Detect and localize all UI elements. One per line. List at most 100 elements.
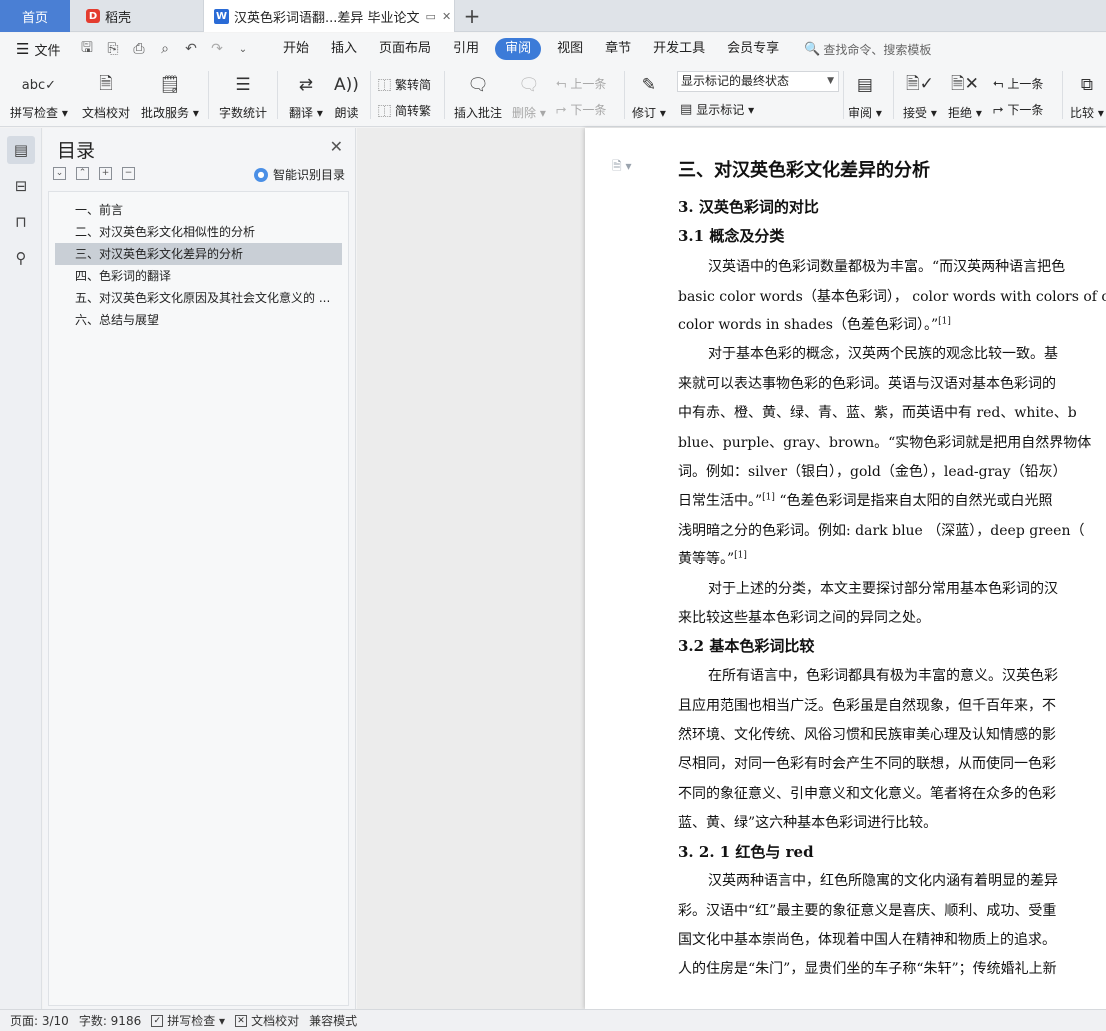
read-aloud-button[interactable]: A)) 朗读	[334, 71, 359, 121]
tab-document[interactable]: W 汉英色彩词语翻...差异 毕业论文 ▭ ✕	[203, 0, 455, 32]
delete-comment-button[interactable]: 🗨 删除 ▾	[512, 71, 546, 121]
correction-service-label: 批改服务	[141, 106, 190, 120]
menu-tab-review[interactable]: 审阅	[495, 38, 542, 60]
menu-tab-developer[interactable]: 开发工具	[642, 38, 716, 60]
toc-panel-icon[interactable]: ▤	[7, 136, 35, 164]
menu-tab-insert[interactable]: 插入	[320, 38, 368, 60]
insert-comment-button[interactable]: 🗨 插入批注	[454, 71, 502, 121]
bookmark-icon[interactable]: ⊓	[7, 208, 35, 236]
daoke-logo-icon: D	[86, 9, 100, 23]
print-preview-icon[interactable]: ⌕	[156, 41, 174, 57]
paragraph-text: 日常生活中。”	[678, 493, 763, 509]
paragraph-line: 然环境、文化传统、风俗习惯和民族审美心理及认知情感的影	[678, 727, 1056, 743]
paragraph-line: 对于上述的分类，本文主要探讨部分常用基本色彩词的汉	[708, 581, 1058, 597]
ai-icon: ●	[253, 167, 268, 182]
compare-button[interactable]: ⧉ 比较 ▾	[1070, 71, 1104, 121]
paragraph-line: 汉英语中的色彩词数量都极为丰富。“而汉英两种语言把色	[708, 259, 1066, 275]
word-count-label: 字数统计	[219, 106, 268, 120]
toc-item[interactable]: 五、对汉英色彩文化原因及其社会文化意义的 ...	[55, 287, 342, 309]
citation: [1]	[734, 550, 747, 561]
reject-button[interactable]: 🗎✕ 拒绝 ▾	[948, 71, 982, 121]
navigation-panel-icon[interactable]: ⊟	[7, 172, 35, 200]
redo-icon[interactable]: ↷	[208, 41, 226, 57]
toc-list: 一、前言 二、对汉英色彩文化相似性的分析 三、对汉英色彩文化差异的分析 四、色彩…	[48, 191, 349, 1006]
delete-comment-icon: 🗨	[518, 75, 540, 95]
translate-button[interactable]: ⇄ 翻译 ▾	[289, 71, 323, 121]
simp-to-trad-button[interactable]: ⿰ 简转繁	[378, 101, 431, 120]
spell-check-button[interactable]: abc✓ 拼写检查 ▾	[10, 71, 68, 121]
subsection-heading: 3. 汉英色彩词的对比	[678, 198, 819, 216]
paragraph-line: 在所有语言中，色彩词都具有极为丰富的意义。汉英色彩	[708, 668, 1058, 684]
tab-home[interactable]: 首页	[0, 0, 70, 32]
toc-item[interactable]: 一、前言	[55, 199, 342, 221]
print-icon[interactable]: ⎙	[130, 41, 148, 57]
menu-tab-start[interactable]: 开始	[272, 38, 320, 60]
review-ribbon: abc✓ 拼写检查 ▾ 🗎 文档校对 🗒 批改服务 ▾ ☰ 字数统计 ⇄ 翻译 …	[0, 65, 1106, 127]
tab-window-icon[interactable]: ▭	[426, 10, 436, 23]
paragraph-text: 黄等等。”	[678, 551, 735, 567]
show-markup-label: 显示标记	[696, 103, 745, 117]
search-icon: 🔍	[804, 41, 821, 57]
paragraph-line: 来比较这些基本色彩词之间的异同之处。	[678, 610, 930, 626]
ribbon-separator	[208, 71, 209, 119]
tab-home-label: 首页	[21, 10, 48, 26]
toc-item[interactable]: 四、色彩词的翻译	[55, 265, 342, 287]
command-search[interactable]: 🔍 查找命令、搜索模板	[804, 41, 931, 58]
toc-item[interactable]: 六、总结与展望	[55, 309, 342, 331]
paragraph-line: 蓝、黄、绿”这六种基本色彩词进行比较。	[678, 815, 938, 831]
side-toolbar: ▤ ⊟ ⊓ ⚲	[0, 128, 42, 1009]
menu-tab-membership[interactable]: 会员专享	[716, 38, 790, 60]
read-aloud-icon: A))	[334, 75, 359, 95]
page-indicator[interactable]: 页面: 3/10	[10, 1012, 69, 1029]
prev-change-button[interactable]: ⮢ 上一条	[993, 75, 1043, 92]
toc-item-selected[interactable]: 三、对汉英色彩文化差异的分析	[55, 243, 342, 265]
translate-label: 翻译	[289, 106, 314, 120]
subsection-heading: 3.1 概念及分类	[678, 227, 785, 245]
toc-title: 目录	[57, 140, 96, 162]
menu-tab-references[interactable]: 引用	[442, 38, 490, 60]
search-icon[interactable]: ⚲	[7, 244, 35, 272]
ribbon-separator	[277, 71, 278, 119]
command-search-placeholder: 查找命令、搜索模板	[823, 42, 932, 57]
tab-close-icon[interactable]: ✕	[442, 10, 451, 23]
close-icon[interactable]: ✕	[330, 137, 343, 156]
menu-tab-sections[interactable]: 章节	[594, 38, 642, 60]
accept-button[interactable]: 🗎✓ 接受 ▾	[903, 71, 937, 121]
customize-dropdown-icon[interactable]: ⌄	[234, 44, 252, 55]
doc-proofread-button[interactable]: 🗎 文档校对	[82, 71, 130, 121]
new-tab-button[interactable]: +	[458, 0, 486, 32]
review-pane-button[interactable]: ▤ 审阅 ▾	[848, 71, 882, 121]
word-count-indicator[interactable]: 字数: 9186	[79, 1012, 141, 1029]
next-comment-button[interactable]: ⮣ 下一条	[556, 101, 606, 118]
save-icon[interactable]: 🖫	[78, 37, 96, 61]
export-icon[interactable]: ⎘	[104, 41, 122, 57]
accept-icon: 🗎✓	[905, 73, 934, 94]
remove-heading-icon[interactable]: −	[122, 167, 135, 180]
show-markup-button[interactable]: ▤ 显示标记 ▾	[680, 101, 754, 118]
read-aloud-label: 朗读	[334, 106, 359, 120]
subsection-heading: 3. 2. 1 红色与 red	[678, 843, 814, 861]
toc-item[interactable]: 二、对汉英色彩文化相似性的分析	[55, 221, 342, 243]
tab-daoke[interactable]: D 稻壳	[72, 0, 200, 32]
track-changes-button[interactable]: ✎ 修订 ▾	[632, 71, 666, 121]
correction-service-button[interactable]: 🗒 批改服务 ▾	[141, 71, 199, 121]
menu-tab-view[interactable]: 视图	[546, 38, 594, 60]
collapse-icon[interactable]: ⌄	[53, 167, 66, 180]
file-menu[interactable]: ☰ 文件	[0, 40, 68, 59]
show-markup-icon: ▤	[680, 102, 693, 117]
prev-comment-button[interactable]: ⮢ 上一条	[556, 75, 606, 92]
trad-to-simp-button[interactable]: ⿰ 繁转简	[378, 75, 431, 94]
menu-tab-page-layout[interactable]: 页面布局	[368, 38, 442, 60]
add-heading-icon[interactable]: +	[99, 167, 112, 180]
undo-icon[interactable]: ↶	[182, 41, 200, 57]
status-proofread[interactable]: ✕ 文档校对	[235, 1012, 299, 1029]
smart-toc-button[interactable]: ● 智能识别目录	[253, 166, 345, 183]
status-spell-check[interactable]: ✓ 拼写检查 ▾	[151, 1012, 225, 1029]
trad-to-simp-label: 繁转简	[395, 78, 432, 92]
page-menu-icon[interactable]: 🗎 ▾	[612, 157, 632, 178]
markup-mode-select[interactable]: 显示标记的最终状态 ▼	[677, 71, 839, 92]
next-change-button[interactable]: ⮣ 下一条	[993, 101, 1043, 118]
word-count-button[interactable]: ☰ 字数统计	[219, 71, 267, 121]
paragraph-line: 尽相同，对同一色彩有时会产生不同的联想，从而使同一色彩	[678, 756, 1056, 772]
expand-icon[interactable]: ⌃	[76, 167, 89, 180]
